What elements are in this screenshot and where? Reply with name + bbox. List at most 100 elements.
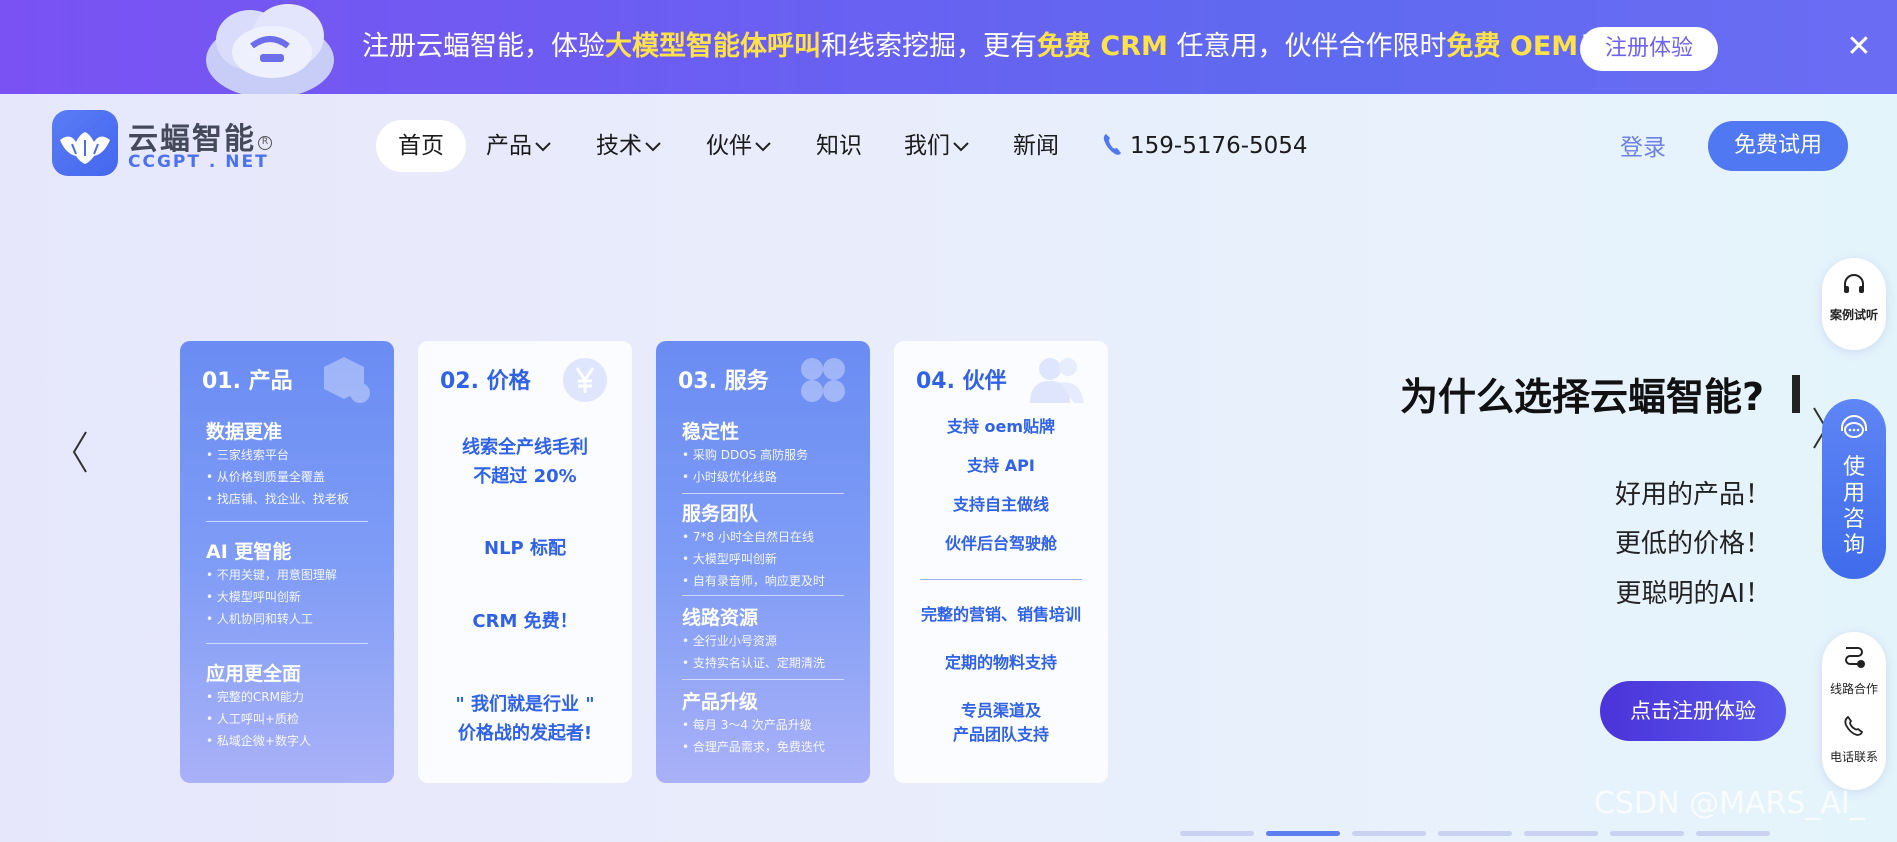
section-item: 自有录音师，响应更及时 — [682, 570, 852, 592]
nav-item-news[interactable]: 新闻 — [1013, 120, 1059, 172]
banner-text-part: 任意用，伙伴合作限时 — [1167, 31, 1447, 62]
partner-line: 专员渠道及 — [960, 701, 1041, 720]
section-item: 从价格到质量全覆盖 — [206, 466, 376, 488]
card-price: 02. 价格 线索全产线毛利 不超过 20% NLP 标配 CRM 免费！ " … — [418, 341, 632, 783]
nav-item-about[interactable]: 我们 — [904, 120, 970, 172]
banner-text-part: 和线索挖掘，更有 — [821, 31, 1037, 62]
nav-item-product[interactable]: 产品 — [486, 120, 552, 172]
section-heading: 服务团队 — [682, 503, 759, 525]
banner-highlight: 免费 CRM — [1037, 31, 1168, 62]
section-heading: 线路资源 — [682, 607, 759, 629]
section-heading: 稳定性 — [682, 421, 740, 443]
carousel-dot[interactable] — [1610, 831, 1684, 836]
card-title: 03. 服务 — [678, 369, 769, 394]
card-service: 03. 服务 稳定性 采购 DDOS 高防服务 小时级优化线路 服务团队 7*8… — [656, 341, 870, 783]
section-item: 小时级优化线路 — [682, 466, 852, 488]
nav-label: 新闻 — [1013, 133, 1059, 159]
section-item: 人机协同和转人工 — [206, 608, 376, 630]
section-application: 应用更全面 完整的CRM能力 人工呼叫+质检 私域企微+数字人 — [206, 659, 376, 752]
consult-widget[interactable]: 使用咨询 — [1822, 399, 1886, 579]
case-listen-label: 案例试听 — [1829, 308, 1878, 322]
contact-widget: 线路合作 电话联系 — [1822, 632, 1886, 790]
register-cta-button[interactable]: 点击注册体验 — [1600, 681, 1786, 741]
section-item: 全行业小号资源 — [682, 630, 852, 652]
carousel-dot[interactable] — [1180, 831, 1254, 836]
price-margin-line: 线索全产线毛利 — [462, 437, 588, 458]
free-trial-button[interactable]: 免费试用 — [1708, 121, 1848, 171]
yen-icon — [563, 358, 607, 402]
partner-line: 支持 API — [967, 456, 1035, 475]
section-heading: 应用更全面 — [206, 663, 302, 685]
carousel-dot[interactable] — [1696, 831, 1770, 836]
partner-line: 伙伴后台驾驶舱 — [944, 534, 1057, 553]
divider — [682, 679, 844, 680]
registered-mark: R — [258, 136, 272, 150]
carousel-dot[interactable] — [1524, 831, 1598, 836]
banner-highlight: 免费 OEM — [1446, 31, 1579, 62]
watermark: CSDN @MARS_AI_ — [1594, 786, 1865, 821]
section-upgrade: 产品升级 每月 3～4 次产品升级 合理产品需求，免费迭代 — [682, 687, 852, 758]
banner-highlight: 大模型智能体呼叫 — [605, 31, 821, 62]
banner-message: 注册云蝠智能，体验大模型智能体呼叫和线索挖掘，更有免费 CRM 任意用，伙伴合作… — [362, 26, 1605, 68]
section-item: 完整的CRM能力 — [206, 686, 376, 708]
case-listen-widget[interactable]: 案例试听 — [1822, 258, 1886, 350]
section-item: 大模型呼叫创新 — [206, 586, 376, 608]
divider — [682, 493, 844, 494]
price-quote-line: 价格战的发起者! — [457, 723, 593, 744]
nav-label: 技术 — [596, 133, 642, 159]
nav-item-knowledge[interactable]: 知识 — [816, 120, 862, 172]
box-gear-icon — [324, 357, 370, 403]
phone-handset-icon[interactable] — [1842, 714, 1866, 738]
divider — [206, 643, 368, 644]
section-item: 不用关键，用意图理解 — [206, 564, 376, 586]
card-product: 01. 产品 数据更准 三家线索平台 从价格到质量全覆盖 找店铺、找企业、找老板… — [180, 341, 394, 783]
nav-item-home[interactable]: 首页 — [376, 120, 466, 172]
line-coop-label[interactable]: 线路合作 — [1822, 680, 1886, 697]
section-ai: AI 更智能 不用关键，用意图理解 大模型呼叫创新 人机协同和转人工 — [206, 537, 376, 630]
banner-text-part: 注册云蝠智能，体验 — [362, 31, 605, 62]
nav-item-tech[interactable]: 技术 — [596, 120, 662, 172]
section-item: 私域企微+数字人 — [206, 730, 376, 752]
hero-title: 为什么选择云蝠智能? — [1400, 375, 1765, 419]
section-item: 找店铺、找企业、找老板 — [206, 488, 376, 510]
hero-line: 好用的产品！ — [1614, 480, 1771, 510]
phone-icon — [1103, 134, 1121, 155]
partner-line: 支持自主做线 — [952, 495, 1049, 514]
route-icon[interactable] — [1842, 644, 1866, 670]
hero-line: 更低的价格！ — [1614, 529, 1771, 559]
card-title: 04. 伙伴 — [916, 369, 1007, 394]
card-partner: 04. 伙伴 支持 oem贴牌 支持 API 支持自主做线 伙伴后台驾驶舱 完整… — [894, 341, 1108, 783]
phone-contact-label[interactable]: 电话联系 — [1822, 748, 1886, 765]
close-icon[interactable]: ✕ — [1842, 30, 1876, 64]
section-heading: 产品升级 — [682, 691, 759, 713]
banner-register-button[interactable]: 注册体验 — [1580, 27, 1718, 71]
divider — [920, 579, 1082, 580]
carousel-prev-arrow-icon[interactable] — [68, 428, 92, 476]
partner-line: 完整的营销、销售培训 — [920, 605, 1081, 624]
section-stability: 稳定性 采购 DDOS 高防服务 小时级优化线路 — [682, 417, 852, 488]
carousel-dot[interactable] — [1266, 831, 1340, 836]
price-margin-line: 不超过 20% — [473, 466, 577, 487]
login-link[interactable]: 登录 — [1620, 128, 1666, 162]
section-item: 7*8 小时全自然日在线 — [682, 526, 852, 548]
carousel-dot[interactable] — [1352, 831, 1426, 836]
card-title: 02. 价格 — [440, 369, 531, 394]
section-team: 服务团队 7*8 小时全自然日在线 大模型呼叫创新 自有录音师，响应更及时 — [682, 499, 852, 592]
divider — [206, 521, 368, 522]
site-logo[interactable]: 云蝠智能 R CCGPT . NET — [52, 108, 282, 178]
section-heading: AI 更智能 — [206, 541, 292, 563]
nav-item-partner[interactable]: 伙伴 — [706, 120, 772, 172]
carousel-dot[interactable] — [1438, 831, 1512, 836]
section-item: 大模型呼叫创新 — [682, 548, 852, 570]
section-heading: 数据更准 — [206, 421, 283, 443]
typing-cursor — [1792, 375, 1800, 413]
cloud-mascot-icon — [206, 4, 334, 94]
chevron-down-icon — [755, 141, 771, 151]
nav-label: 我们 — [904, 133, 950, 159]
consult-label: 使用咨询 — [1822, 455, 1886, 559]
consult-text: 使用咨询 — [1842, 455, 1865, 558]
clover-icon — [801, 358, 845, 402]
section-item: 支持实名认证、定期清洗 — [682, 652, 852, 674]
nav-phone-number[interactable]: 159-5176-5054 — [1130, 120, 1308, 172]
divider — [682, 595, 844, 596]
